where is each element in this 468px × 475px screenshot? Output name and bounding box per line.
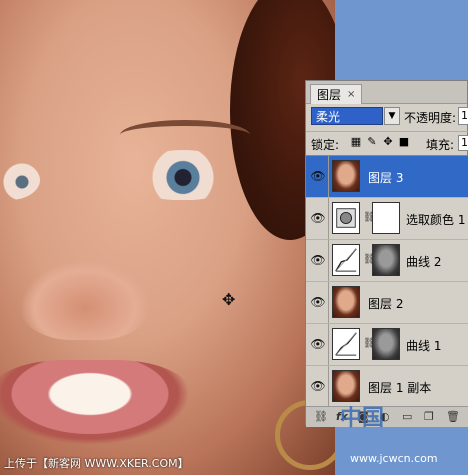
lock-pixels-icon[interactable]: ✎ xyxy=(366,136,378,148)
eye-icon[interactable]: 👁 xyxy=(310,169,326,183)
layer-name: 选取颜色 1 xyxy=(406,213,466,227)
lock-position-icon[interactable]: ✥ xyxy=(382,136,394,148)
curves-icon xyxy=(335,332,357,356)
layer-name: 图层 2 xyxy=(368,297,404,311)
upload-watermark: 上传于【新客网 WWW.XKER.COM】 xyxy=(4,457,189,470)
divider xyxy=(328,366,329,406)
layer-name: 图层 3 xyxy=(368,171,404,185)
eye-icon[interactable]: 👁 xyxy=(310,295,326,309)
eye-icon[interactable]: 👁 xyxy=(310,337,326,351)
divider xyxy=(328,156,329,197)
tab-label: 图层 xyxy=(317,88,342,102)
move-cursor-icon: ✥ xyxy=(222,290,236,309)
curves-thumbnail xyxy=(332,244,360,276)
divider xyxy=(328,324,329,365)
tab-layers[interactable]: 图层 × xyxy=(310,84,363,104)
site-logo-url: www.jcwcn.com xyxy=(350,452,438,465)
left-eye-region xyxy=(0,160,40,200)
blend-row: 柔光 ▼ 不透明度: 10 xyxy=(306,105,468,129)
adjustment-icon xyxy=(336,208,356,228)
layer-name: 曲线 1 xyxy=(406,339,442,353)
divider xyxy=(328,240,329,281)
layer-thumbnail xyxy=(332,286,360,318)
curves-thumbnail xyxy=(332,328,360,360)
photo-canvas[interactable]: ✥ xyxy=(0,0,335,475)
eye-region xyxy=(128,150,238,200)
opacity-label: 不透明度: xyxy=(404,111,457,125)
layer-row[interactable]: 👁 ⛓ 曲线 2 xyxy=(306,240,468,282)
lock-row: 锁定: ▦ ✎ ✥ ■ 填充: 10 xyxy=(306,131,468,154)
selective-color-thumbnail xyxy=(332,202,360,234)
layer-row[interactable]: 👁 ⛓ 曲线 1 xyxy=(306,324,468,366)
lock-transparency-icon[interactable]: ▦ xyxy=(350,136,362,148)
lock-all-icon[interactable]: ■ xyxy=(398,136,410,148)
layer-mask xyxy=(372,328,400,360)
eyebrow-region xyxy=(120,120,250,150)
site-logo-text: 中国 xyxy=(340,406,385,431)
eye-icon[interactable]: 👁 xyxy=(310,379,326,393)
layer-thumbnail xyxy=(332,160,360,192)
fill-label: 填充: xyxy=(426,138,455,152)
layers-panel: 图层 × 柔光 ▼ 不透明度: 10 锁定: ▦ ✎ ✥ ■ 填充: 10 👁 … xyxy=(305,80,468,427)
divider xyxy=(328,282,329,323)
opacity-field[interactable]: 10 xyxy=(458,107,468,125)
panel-tab-bar: 图层 × xyxy=(306,81,467,104)
layers-list: 👁 图层 3 👁 ⛓ 选取颜色 1 👁 ⛓ 曲线 2 👁 图层 2 👁 ⛓ 曲线… xyxy=(306,155,468,406)
eye-icon[interactable]: 👁 xyxy=(310,253,326,267)
fill-field[interactable]: 10 xyxy=(458,135,468,151)
lock-label: 锁定: xyxy=(311,138,340,152)
curves-icon xyxy=(335,248,357,272)
eye-icon[interactable]: 👁 xyxy=(310,211,326,225)
layer-thumbnail xyxy=(332,370,360,402)
layer-row[interactable]: 👁 图层 3 xyxy=(306,156,468,198)
close-icon[interactable]: × xyxy=(347,89,355,100)
layer-name: 图层 1 副本 xyxy=(368,381,432,395)
layer-row[interactable]: 👁 图层 2 xyxy=(306,282,468,324)
link-icon[interactable]: ⛓ xyxy=(314,410,328,424)
nose-region xyxy=(20,260,150,340)
layer-mask xyxy=(372,244,400,276)
divider xyxy=(328,198,329,239)
layer-row[interactable]: 👁 ⛓ 选取颜色 1 xyxy=(306,198,468,240)
mouth-region xyxy=(0,360,190,445)
layer-name: 曲线 2 xyxy=(406,255,442,269)
layer-mask xyxy=(372,202,400,234)
chevron-down-icon[interactable]: ▼ xyxy=(384,107,400,125)
blend-mode-select[interactable]: 柔光 xyxy=(311,107,383,125)
